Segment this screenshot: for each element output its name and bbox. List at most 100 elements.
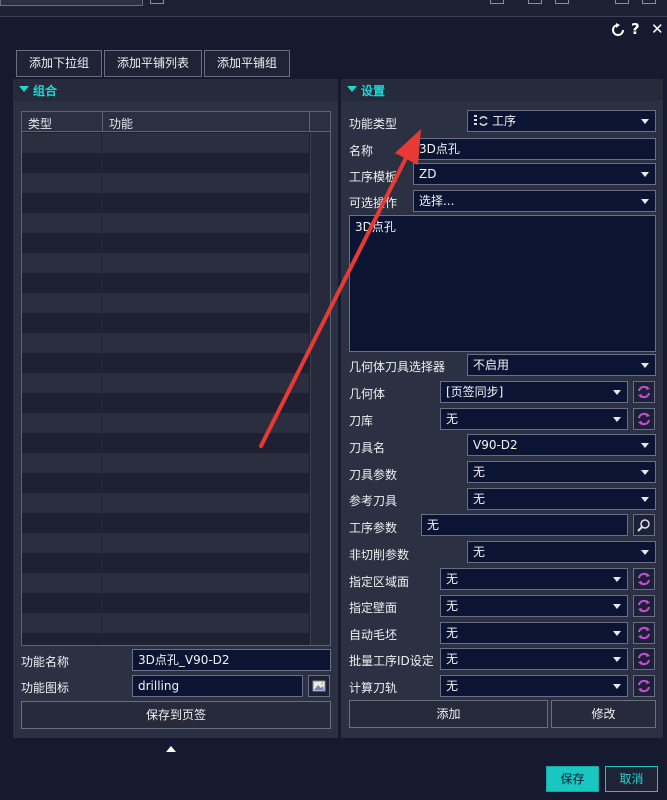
table-row[interactable]: [22, 593, 309, 613]
table-row[interactable]: [22, 313, 309, 333]
add-dropdown-group-button[interactable]: 添加下拉组: [16, 50, 102, 77]
table-scrollbar[interactable]: [310, 132, 330, 645]
geometry-select[interactable]: [页签同步]: [440, 381, 628, 403]
toolbar-icon[interactable]: [615, 0, 629, 4]
column-header-function[interactable]: 功能: [109, 115, 133, 132]
table-row[interactable]: [22, 193, 309, 213]
image-picker-icon[interactable]: [308, 675, 330, 697]
optional-op-label: 可选操作: [349, 196, 398, 210]
collapse-triangle-icon[interactable]: [347, 86, 357, 92]
description-textarea[interactable]: 3D点孔: [349, 215, 656, 352]
function-type-select[interactable]: 工序: [467, 110, 656, 132]
operation-type-icon: [474, 115, 488, 126]
ref-tool-select[interactable]: 无: [467, 488, 656, 510]
group-table[interactable]: 类型 功能: [21, 111, 331, 646]
template-select[interactable]: ZD: [413, 163, 656, 185]
table-row[interactable]: [22, 153, 309, 173]
toolbar-icon[interactable]: [555, 0, 569, 4]
table-row[interactable]: [22, 253, 309, 273]
search-icon[interactable]: [633, 514, 655, 536]
toolbar-icon[interactable]: [150, 0, 164, 4]
dialog-title-bar: ? ✕: [0, 17, 667, 41]
function-name-input[interactable]: 3D点孔_V90-D2: [132, 649, 331, 671]
tool-params-label: 刀具参数: [349, 468, 398, 482]
help-icon[interactable]: ?: [631, 19, 640, 39]
region-face-select[interactable]: 无: [440, 568, 628, 590]
template-label: 工序模板: [349, 170, 398, 184]
group-panel-header[interactable]: 组合: [13, 79, 338, 101]
op-params-label: 工序参数: [349, 521, 398, 535]
toolbar-input[interactable]: [0, 0, 143, 6]
tool-params-select[interactable]: 无: [467, 461, 656, 483]
table-row[interactable]: [22, 513, 309, 533]
toolbar-icon[interactable]: [642, 0, 656, 4]
geo-tool-selector-select[interactable]: 不启用: [467, 354, 656, 376]
table-row[interactable]: [22, 453, 309, 473]
tool-name-select[interactable]: V90-D2: [467, 434, 656, 456]
cancel-button[interactable]: 取消: [605, 766, 658, 792]
modify-button[interactable]: 修改: [551, 700, 656, 728]
refresh-sync-icon[interactable]: [633, 595, 655, 617]
table-row[interactable]: [22, 573, 309, 593]
table-row[interactable]: [22, 613, 309, 633]
op-params-input[interactable]: 无: [421, 514, 628, 536]
refresh-sync-icon[interactable]: [633, 408, 655, 430]
refresh-sync-icon[interactable]: [633, 381, 655, 403]
table-cell: [22, 233, 102, 253]
ref-tool-label: 参考刀具: [349, 494, 398, 508]
refresh-sync-icon[interactable]: [633, 622, 655, 644]
settings-panel-header[interactable]: 设置: [341, 79, 663, 101]
table-row[interactable]: [22, 633, 309, 645]
add-tile-group-button[interactable]: 添加平铺组: [204, 50, 290, 77]
table-cell: [22, 373, 102, 393]
table-row[interactable]: [22, 273, 309, 293]
add-tile-list-button[interactable]: 添加平铺列表: [104, 50, 202, 77]
tool-library-select[interactable]: 无: [440, 408, 628, 430]
table-row[interactable]: [22, 413, 309, 433]
table-row[interactable]: [22, 473, 309, 493]
table-cell: [22, 253, 102, 273]
table-row[interactable]: [22, 133, 309, 153]
table-row[interactable]: [22, 353, 309, 373]
table-row[interactable]: [22, 373, 309, 393]
column-header-type[interactable]: 类型: [28, 115, 52, 132]
function-icon-input[interactable]: drilling: [132, 675, 303, 697]
non-cut-select[interactable]: 无: [467, 541, 656, 563]
expand-up-icon[interactable]: [166, 746, 176, 752]
table-row[interactable]: [22, 553, 309, 573]
save-button[interactable]: 保存: [546, 766, 599, 792]
toolbar-icon[interactable]: [528, 0, 542, 4]
save-to-tab-button[interactable]: 保存到页签: [21, 701, 331, 729]
table-cell: [22, 613, 102, 633]
refresh-sync-icon[interactable]: [633, 648, 655, 670]
calc-path-select[interactable]: 无: [440, 675, 628, 697]
table-row[interactable]: [22, 233, 309, 253]
auto-blank-select[interactable]: 无: [440, 622, 628, 644]
group-panel-title: 组合: [33, 84, 58, 98]
table-row[interactable]: [22, 493, 309, 513]
calc-path-label: 计算刀轨: [349, 681, 398, 695]
function-name-label: 功能名称: [21, 655, 70, 669]
optional-op-select[interactable]: 选择...: [413, 190, 656, 212]
table-row[interactable]: [22, 173, 309, 193]
collapse-triangle-icon[interactable]: [19, 86, 29, 92]
name-input[interactable]: 3D点孔: [413, 138, 656, 160]
non-cut-label: 非切削参数: [349, 548, 410, 562]
table-row[interactable]: [22, 213, 309, 233]
refresh-sync-icon[interactable]: [633, 568, 655, 590]
table-row[interactable]: [22, 293, 309, 313]
table-row[interactable]: [22, 393, 309, 413]
add-button[interactable]: 添加: [349, 700, 548, 728]
table-row[interactable]: [22, 433, 309, 453]
batch-id-select[interactable]: 无: [440, 648, 628, 670]
refresh-sync-icon[interactable]: [633, 675, 655, 697]
table-cell: [22, 153, 102, 173]
table-cell: [22, 313, 102, 333]
refresh-icon[interactable]: [611, 19, 625, 42]
wall-face-select[interactable]: 无: [440, 595, 628, 617]
toolbar-icon[interactable]: [490, 0, 504, 4]
table-row[interactable]: [22, 533, 309, 553]
table-row[interactable]: [22, 333, 309, 353]
batch-id-label: 批量工序ID设定: [349, 654, 434, 668]
close-icon[interactable]: ✕: [651, 19, 664, 39]
